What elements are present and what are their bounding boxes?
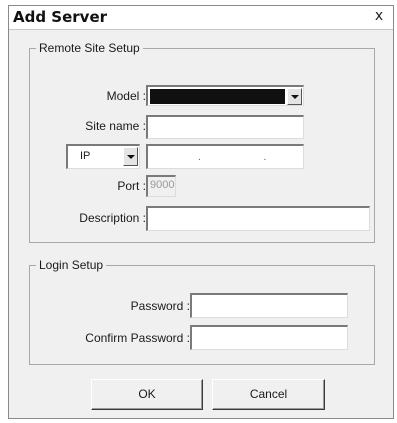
password-label: Password : [130, 299, 190, 313]
description-input[interactable] [146, 206, 370, 231]
cancel-button[interactable]: Cancel [212, 379, 325, 410]
ip-address-dots: . . . [198, 152, 303, 163]
password-input[interactable] [190, 293, 348, 318]
add-server-dialog: Add Server x Remote Site Setup Model : S… [8, 5, 394, 419]
remote-site-group: Remote Site Setup Model : Site name : IP… [29, 41, 375, 243]
title-bar: Add Server x [9, 6, 393, 30]
confirm-password-label: Confirm Password : [85, 331, 190, 345]
port-label: Port : [117, 179, 146, 193]
model-selection-highlight [150, 89, 285, 104]
window-title: Add Server [13, 8, 108, 26]
close-icon[interactable]: x [371, 8, 387, 25]
ip-type-select[interactable]: IP [66, 144, 140, 169]
ip-address-input[interactable]: . . . [146, 144, 304, 169]
ok-button[interactable]: OK [91, 379, 203, 410]
login-group: Login Setup Password : Confirm Password … [29, 258, 375, 365]
chevron-down-icon[interactable] [123, 147, 138, 166]
site-name-input[interactable] [146, 115, 304, 139]
model-label: Model : [106, 89, 146, 103]
model-select[interactable] [146, 85, 304, 106]
login-legend: Login Setup [36, 258, 107, 272]
site-name-label: Site name : [85, 119, 146, 133]
ip-type-value: IP [80, 150, 91, 162]
model-value [150, 89, 152, 101]
description-label: Description : [79, 211, 146, 225]
confirm-password-input[interactable] [190, 325, 348, 350]
chevron-down-icon[interactable] [287, 88, 302, 105]
port-input[interactable]: 9000 [146, 175, 176, 197]
remote-site-legend: Remote Site Setup [36, 41, 143, 55]
